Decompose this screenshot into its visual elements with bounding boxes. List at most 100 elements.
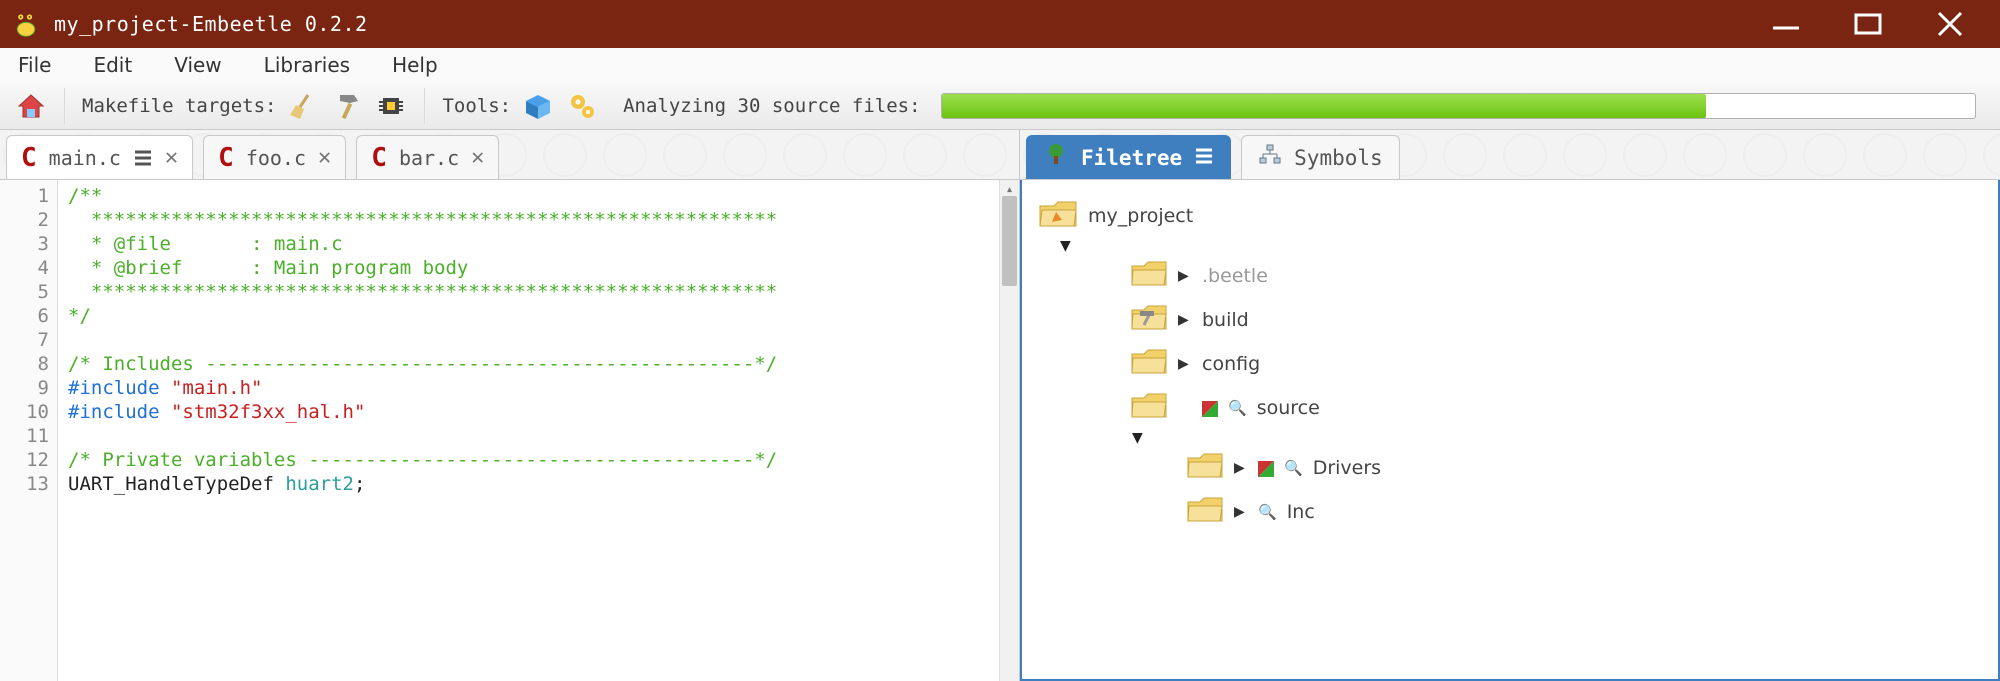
window-title: my_project-Embeetle 0.2.2 <box>54 12 368 36</box>
filetree-item[interactable]: ▶ build <box>1038 298 1982 342</box>
tab-close-icon[interactable]: ✕ <box>165 145 178 170</box>
line-number: 11 <box>0 424 49 448</box>
tab-label: Filetree <box>1081 146 1182 170</box>
scroll-up-icon[interactable]: ▴ <box>1000 182 1019 197</box>
chip-icon[interactable] <box>374 89 408 123</box>
folder-icon <box>1038 198 1078 235</box>
makefile-label: Makefile targets: <box>82 95 276 117</box>
expand-toggle[interactable]: ▶ <box>1178 312 1192 328</box>
line-number: 5 <box>0 280 49 304</box>
close-button[interactable] <box>1930 10 1970 38</box>
folder-icon <box>1130 391 1168 426</box>
cube-icon[interactable] <box>521 89 555 123</box>
progress-fill <box>942 94 1707 118</box>
broom-icon[interactable] <box>286 89 320 123</box>
expand-toggle[interactable]: ▶ <box>1178 268 1192 284</box>
tab-symbols[interactable]: Symbols <box>1241 135 1400 179</box>
line-number: 3 <box>0 232 49 256</box>
minimize-button[interactable] <box>1766 10 1806 38</box>
tab-menu-icon[interactable] <box>1194 146 1214 170</box>
tab-menu-icon[interactable] <box>133 149 153 167</box>
line-number: 8 <box>0 352 49 376</box>
expand-toggle[interactable]: ▶ <box>1234 504 1248 520</box>
code-line[interactable]: */ <box>68 304 1019 328</box>
gears-icon[interactable] <box>565 89 599 123</box>
code-line[interactable]: UART_HandleTypeDef huart2; <box>68 472 1019 496</box>
filetree-item[interactable]: ▶ config <box>1038 342 1982 386</box>
code-line[interactable] <box>68 424 1019 448</box>
code-line[interactable]: ****************************************… <box>68 208 1019 232</box>
window-controls <box>1766 10 1988 38</box>
folder-icon <box>1186 495 1224 530</box>
code-line[interactable]: * @file : main.c <box>68 232 1019 256</box>
menubar: File Edit View Libraries Help <box>0 48 2000 82</box>
c-file-icon: C <box>371 143 387 173</box>
magnifier-icon: 🔍 <box>1284 459 1303 477</box>
code-line[interactable]: /* Private variables -------------------… <box>68 448 1019 472</box>
folder-icon <box>1186 451 1224 486</box>
menu-file[interactable]: File <box>12 51 57 79</box>
expand-toggle[interactable]: ▶ <box>1234 460 1248 476</box>
toolbar-separator <box>64 88 66 124</box>
line-number: 4 <box>0 256 49 280</box>
tools-label: Tools: <box>442 95 511 117</box>
menu-help[interactable]: Help <box>386 51 444 79</box>
line-gutter: 12345678910111213 <box>0 180 58 681</box>
vertical-scrollbar[interactable]: ▴ <box>999 180 1019 681</box>
menu-view[interactable]: View <box>168 51 227 79</box>
tab-main-c[interactable]: C main.c ✕ <box>6 135 193 179</box>
expand-toggle[interactable]: ▶ <box>1178 356 1192 372</box>
filetree-item[interactable]: 🔍source <box>1038 386 1982 430</box>
filetree-item[interactable]: ▶ .beetle <box>1038 254 1982 298</box>
code-line[interactable]: * @brief : Main program body <box>68 256 1019 280</box>
toolbar: Makefile targets: Tools: <box>0 82 2000 130</box>
folder-icon <box>1130 303 1168 338</box>
analyze-label: Analyzing 30 source files: <box>623 95 920 117</box>
code-line[interactable]: #include "stm32f3xx_hal.h" <box>68 400 1019 424</box>
code-area[interactable]: /** ************************************… <box>58 180 1019 681</box>
line-number: 10 <box>0 400 49 424</box>
rg-icon <box>1258 460 1274 476</box>
line-number: 7 <box>0 328 49 352</box>
code-line[interactable] <box>68 328 1019 352</box>
tree-icon <box>1043 142 1069 173</box>
line-number: 12 <box>0 448 49 472</box>
expand-toggle[interactable]: ▼ <box>1038 238 1982 254</box>
filetree-item[interactable]: ▶ 🔍 Drivers <box>1038 446 1982 490</box>
magnifier-icon: 🔍 <box>1258 503 1277 521</box>
tab-bar-c[interactable]: C bar.c ✕ <box>356 135 499 179</box>
line-number: 1 <box>0 184 49 208</box>
editor-body: 12345678910111213 /** ******************… <box>0 180 1019 681</box>
filetree-item[interactable]: ▶ 🔍 Inc <box>1038 490 1982 534</box>
filetree-item-label: Drivers <box>1313 457 1381 479</box>
home-icon[interactable] <box>14 89 48 123</box>
code-line[interactable]: #include "main.h" <box>68 376 1019 400</box>
folder-icon <box>1130 259 1168 294</box>
menu-libraries[interactable]: Libraries <box>258 51 356 79</box>
right-pane: Filetree Symbols <box>1020 130 2000 681</box>
expand-toggle[interactable]: ▼ <box>1038 430 1982 446</box>
tab-filetree[interactable]: Filetree <box>1026 135 1231 179</box>
filetree-item-label: Inc <box>1287 501 1315 523</box>
editor-tabs: C main.c ✕ C foo.c ✕ C bar.c ✕ <box>0 130 1019 180</box>
c-file-icon: C <box>218 143 234 173</box>
code-line[interactable]: ****************************************… <box>68 280 1019 304</box>
editor-pane: C main.c ✕ C foo.c ✕ C bar.c ✕ 123456789… <box>0 130 1020 681</box>
progress-bar <box>941 93 1976 119</box>
filetree-item-label: config <box>1202 353 1260 375</box>
filetree-item-label: build <box>1202 309 1249 331</box>
filetree-root[interactable]: my_project <box>1038 194 1982 238</box>
tab-label: foo.c <box>246 146 306 170</box>
maximize-button[interactable] <box>1848 10 1888 38</box>
menu-edit[interactable]: Edit <box>87 51 138 79</box>
code-line[interactable]: /** <box>68 184 1019 208</box>
scrollbar-thumb[interactable] <box>1002 196 1017 286</box>
hammer-icon[interactable] <box>330 89 364 123</box>
tab-close-icon[interactable]: ✕ <box>318 145 331 170</box>
filetree-item-label: .beetle <box>1202 265 1268 287</box>
tab-foo-c[interactable]: C foo.c ✕ <box>203 135 346 179</box>
code-line[interactable]: /* Includes ----------------------------… <box>68 352 1019 376</box>
rg-icon <box>1202 400 1218 416</box>
tab-close-icon[interactable]: ✕ <box>471 145 484 170</box>
right-tabs: Filetree Symbols <box>1020 130 2000 180</box>
